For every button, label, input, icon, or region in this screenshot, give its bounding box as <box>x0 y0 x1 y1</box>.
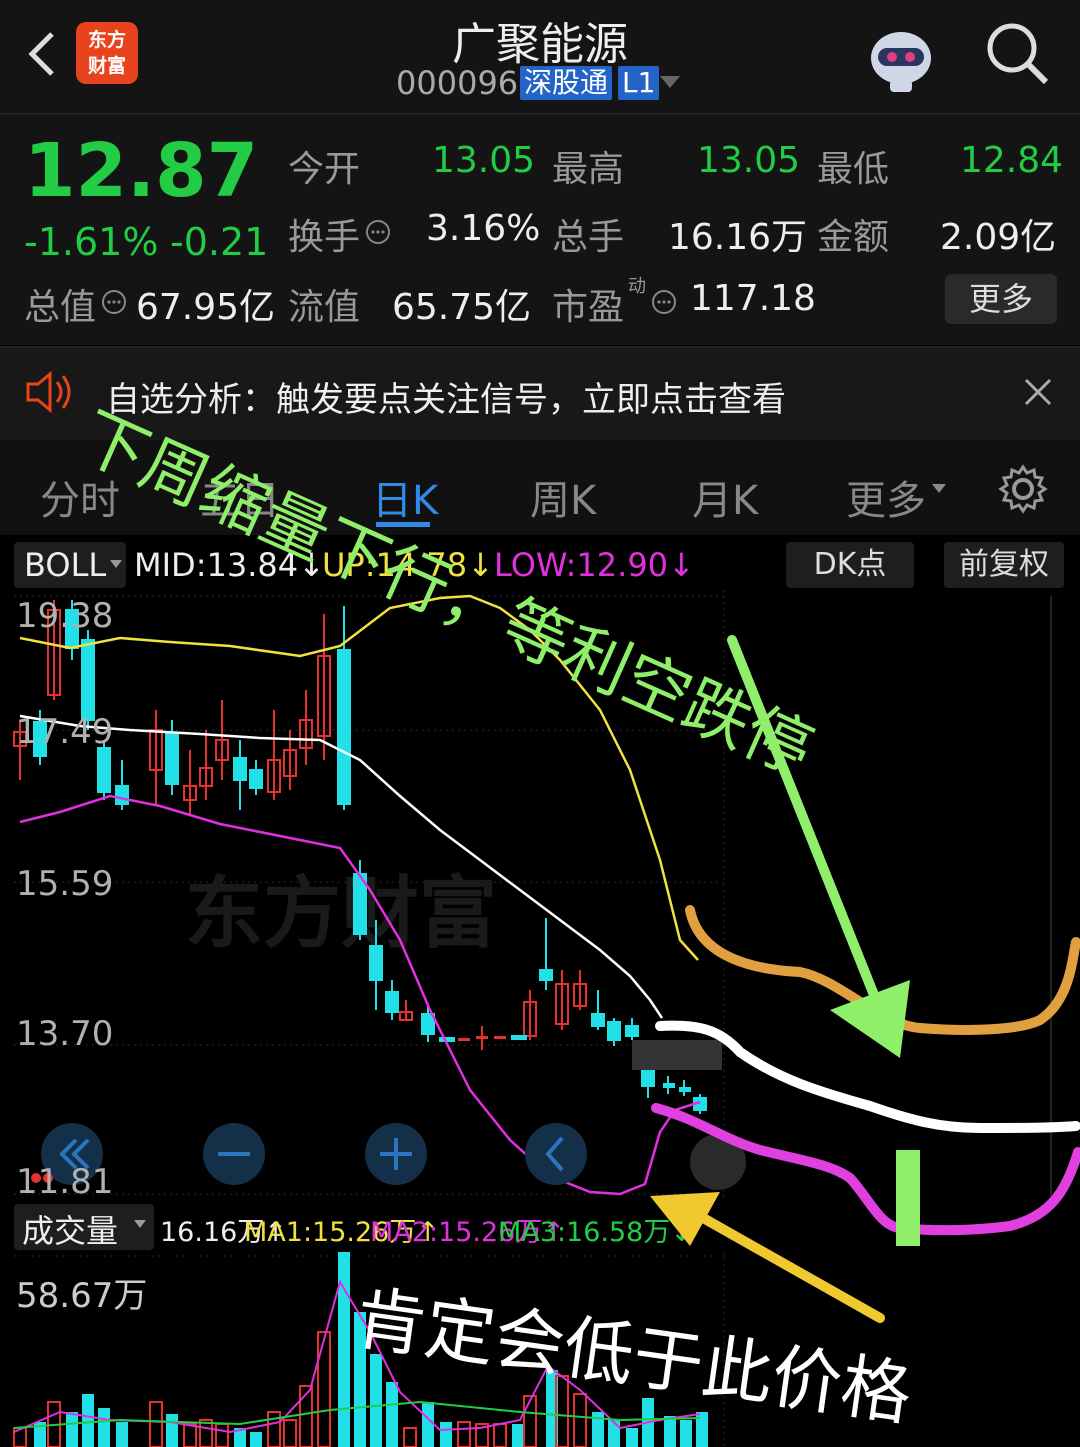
hand-drawn-annotations <box>650 635 1080 1323</box>
